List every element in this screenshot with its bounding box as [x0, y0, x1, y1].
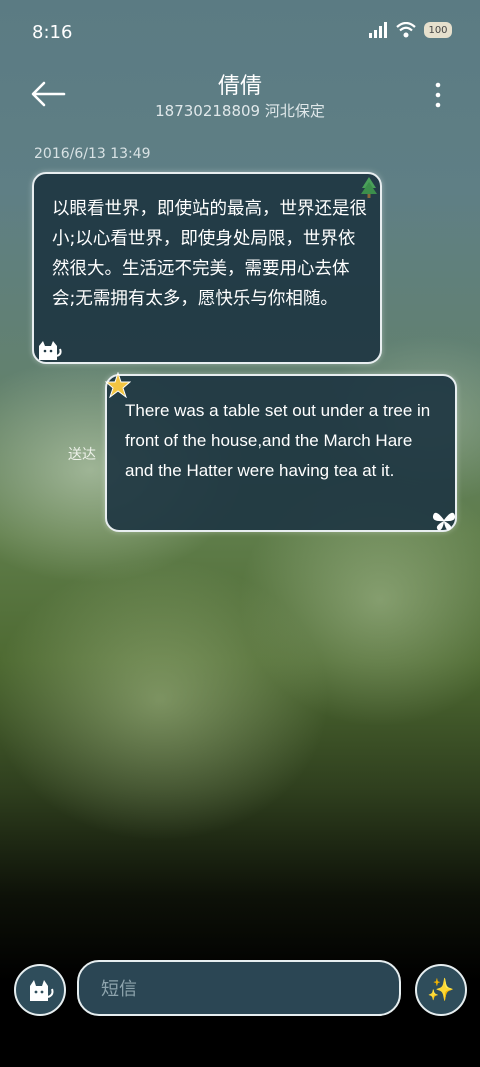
- cat-icon: [39, 341, 62, 360]
- tree-icon: [361, 177, 377, 198]
- sent-status: 送达: [68, 447, 96, 463]
- message-input[interactable]: 短信: [77, 960, 401, 1016]
- signal-icon: [369, 22, 387, 38]
- outgoing-message-text: There was a table set out under a tree i…: [125, 401, 431, 480]
- status-bar: 8:16 100: [0, 0, 480, 66]
- message-timestamp: 2016/6/13 13:49: [34, 146, 151, 162]
- send-button[interactable]: ✨: [415, 964, 467, 1016]
- wifi-icon: [396, 22, 416, 38]
- status-time: 8:16: [32, 22, 73, 43]
- butterfly-icon: [432, 512, 456, 531]
- composer-bar: 短信 ✨: [0, 958, 480, 1022]
- message-input-placeholder: 短信: [101, 979, 137, 1000]
- star-icon: [105, 372, 131, 398]
- incoming-message-bubble[interactable]: 以眼看世界，即使站的最高，世界还是很小;以心看世界，即使身处局限，世界依然很大。…: [32, 172, 382, 364]
- more-vert-icon[interactable]: [432, 80, 444, 110]
- outgoing-message-bubble[interactable]: There was a table set out under a tree i…: [105, 372, 457, 532]
- conversation-header: 倩倩 18730218809 河北保定: [0, 66, 480, 136]
- sparkle-icon: ✨: [427, 977, 455, 1003]
- contact-name: 倩倩: [217, 74, 262, 99]
- contact-number: 18730218809 河北保定: [155, 102, 325, 120]
- cat-icon: [30, 980, 54, 1001]
- battery-level: 100: [428, 24, 448, 36]
- battery-icon: 100: [424, 22, 452, 38]
- incoming-message-text: 以眼看世界，即使站的最高，世界还是很小;以心看世界，即使身处局限，世界依然很大。…: [52, 199, 367, 309]
- emoji-cat-button[interactable]: [14, 964, 66, 1016]
